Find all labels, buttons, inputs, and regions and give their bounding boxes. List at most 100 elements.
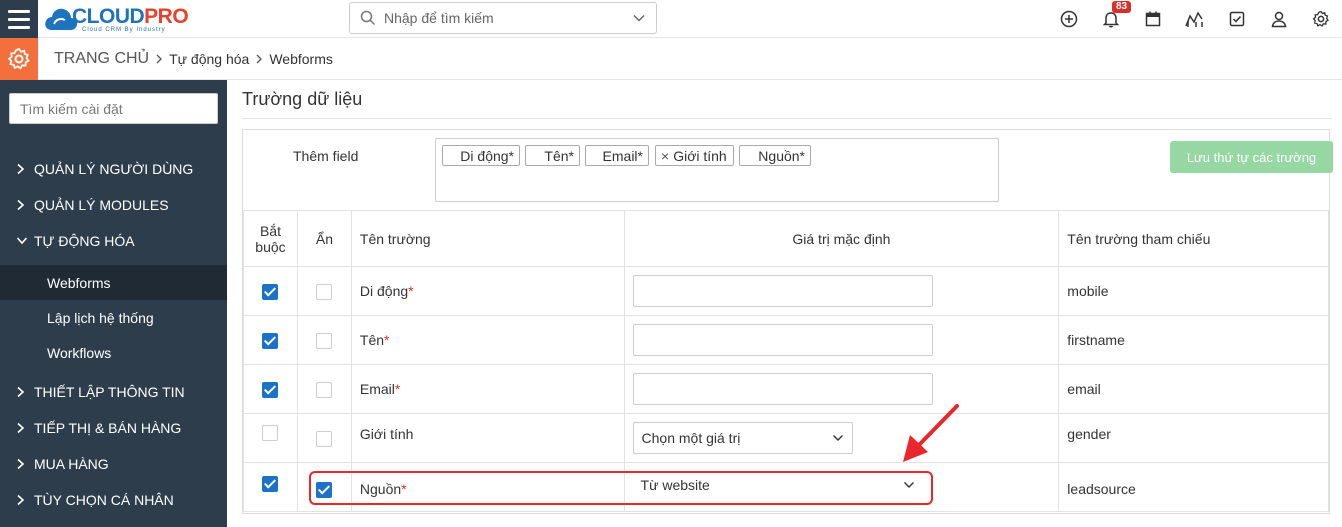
table-row: Tên* firstname bbox=[243, 315, 1329, 365]
fields-table: Bắt buộc Ẩn Tên trường Giá trị mặc định … bbox=[243, 210, 1329, 512]
field-name-cell: Email* bbox=[350, 364, 625, 414]
default-value-input[interactable] bbox=[632, 275, 933, 307]
section-divider bbox=[242, 118, 1332, 119]
sidebar-subitem-scheduler[interactable]: Lập lịch hệ thống bbox=[0, 300, 227, 335]
header-reference-name: Tên trường tham chiếu bbox=[1058, 210, 1329, 267]
add-field-tag-input[interactable]: Di động* Tên* Email* × Giới tính Nguồn* bbox=[435, 138, 999, 202]
global-search-input[interactable] bbox=[384, 10, 632, 26]
chevron-down-icon[interactable] bbox=[632, 11, 646, 25]
chevron-right-icon bbox=[16, 494, 34, 506]
header-required: Bắt buộc bbox=[243, 210, 298, 267]
reference-name-cell: mobile bbox=[1058, 266, 1329, 316]
top-icon-bar: 83 bbox=[1048, 0, 1342, 38]
required-cell bbox=[243, 413, 298, 463]
table-row: Di động* mobile bbox=[243, 266, 1329, 316]
field-tag[interactable]: Di động* bbox=[442, 145, 520, 166]
hidden-cell bbox=[296, 413, 352, 463]
header-field-name: Tên trường bbox=[350, 210, 625, 267]
breadcrumb-bar: TRANG CHỦ Tự động hóa Webforms bbox=[0, 38, 1342, 80]
settings-sidebar: QUẢN LÝ NGƯỜI DÙNG QUẢN LÝ MODULES TỰ ĐỘ… bbox=[0, 80, 227, 527]
annotation-arrow-icon bbox=[903, 404, 959, 462]
sidebar-item-label: TÙY CHỌN CÁ NHÂN bbox=[34, 492, 174, 508]
field-tag[interactable]: Nguồn* bbox=[739, 145, 811, 166]
default-value-select[interactable]: Từ website bbox=[632, 472, 923, 498]
global-search-box[interactable] bbox=[349, 2, 657, 34]
sidebar-item-label: MUA HÀNG bbox=[34, 456, 109, 472]
sidebar-item-personal-options[interactable]: TÙY CHỌN CÁ NHÂN bbox=[0, 482, 227, 518]
hidden-cell bbox=[296, 266, 352, 316]
default-value-input[interactable] bbox=[632, 324, 933, 356]
breadcrumb-separator-icon bbox=[255, 51, 263, 67]
required-checkbox[interactable] bbox=[262, 381, 279, 398]
remove-tag-icon[interactable]: × bbox=[661, 148, 669, 164]
sidebar-item-purchasing[interactable]: MUA HÀNG bbox=[0, 446, 227, 482]
breadcrumb-webforms: Webforms bbox=[269, 51, 333, 67]
field-name-cell: Tên* bbox=[350, 315, 625, 365]
chevron-right-icon bbox=[16, 163, 34, 175]
reference-name-cell: email bbox=[1058, 364, 1329, 414]
default-value-cell bbox=[623, 266, 1060, 316]
default-value-input[interactable] bbox=[632, 373, 933, 405]
reference-name-cell: firstname bbox=[1058, 315, 1329, 365]
task-checkbox-icon[interactable] bbox=[1216, 0, 1258, 38]
table-row: Nguồn* Từ website leadsource bbox=[243, 462, 1329, 512]
default-value-cell: Từ website bbox=[623, 462, 1060, 512]
required-checkbox[interactable] bbox=[262, 425, 279, 442]
search-icon bbox=[360, 10, 376, 26]
field-tag[interactable]: Email* bbox=[585, 145, 649, 166]
table-header-row: Bắt buộc Ẩn Tên trường Giá trị mặc định … bbox=[243, 210, 1329, 267]
chevron-right-icon bbox=[16, 199, 34, 211]
settings-search-input[interactable] bbox=[9, 93, 218, 124]
sidebar-subitem-label: Lập lịch hệ thống bbox=[47, 309, 154, 326]
hidden-checkbox[interactable] bbox=[316, 381, 333, 398]
breadcrumb-automation[interactable]: Tự động hóa bbox=[169, 51, 249, 67]
sidebar-subitem-workflows[interactable]: Workflows bbox=[0, 335, 227, 370]
save-field-order-button[interactable]: Lưu thứ tự các trường bbox=[1170, 141, 1333, 173]
field-name-cell: Di động* bbox=[350, 266, 625, 316]
table-row: Email* email bbox=[243, 364, 1329, 414]
notification-count-badge: 83 bbox=[1112, 1, 1132, 13]
sidebar-item-label: THIẾT LẬP THÔNG TIN bbox=[34, 384, 185, 400]
sidebar-item-label: TIẾP THỊ & BÁN HÀNG bbox=[34, 420, 182, 436]
sidebar-subitem-webforms[interactable]: Webforms bbox=[0, 265, 227, 300]
breadcrumb-home[interactable]: TRANG CHỦ bbox=[54, 50, 149, 68]
hamburger-menu-icon[interactable] bbox=[0, 0, 38, 38]
section-title: Trường dữ liệu bbox=[242, 89, 363, 109]
bell-icon[interactable]: 83 bbox=[1090, 0, 1132, 38]
default-value-cell bbox=[623, 364, 1060, 414]
cloudpro-logo[interactable]: CLOUDPRO Cloud CRM By Industry bbox=[44, 3, 189, 35]
calendar-icon[interactable] bbox=[1132, 0, 1174, 38]
settings-section-icon[interactable] bbox=[0, 38, 38, 80]
user-profile-icon[interactable] bbox=[1258, 0, 1300, 38]
default-value-select[interactable]: Chọn một giá trị bbox=[632, 422, 853, 454]
add-icon[interactable] bbox=[1048, 0, 1090, 38]
hidden-checkbox[interactable] bbox=[316, 332, 333, 349]
hidden-checkbox[interactable] bbox=[316, 481, 333, 498]
field-name-cell: Giới tính bbox=[350, 413, 625, 463]
default-value-cell: Chọn một giá trị bbox=[623, 413, 1060, 463]
sidebar-item-user-management[interactable]: QUẢN LÝ NGƯỜI DÙNG bbox=[0, 151, 227, 187]
chevron-down-icon bbox=[16, 236, 34, 246]
field-tag[interactable]: × Giới tính bbox=[655, 145, 734, 166]
reports-chart-icon[interactable] bbox=[1174, 0, 1216, 38]
chevron-right-icon bbox=[16, 386, 34, 398]
required-cell bbox=[243, 462, 298, 512]
settings-gear-icon[interactable] bbox=[1300, 0, 1342, 38]
sidebar-item-info-setup[interactable]: THIẾT LẬP THÔNG TIN bbox=[0, 374, 227, 410]
sidebar-item-automation[interactable]: TỰ ĐỘNG HÓA bbox=[0, 223, 227, 259]
required-cell bbox=[243, 315, 298, 365]
sidebar-item-modules[interactable]: QUẢN LÝ MODULES bbox=[0, 187, 227, 223]
header-default-value: Giá trị mặc định bbox=[623, 210, 1060, 267]
hidden-checkbox[interactable] bbox=[316, 430, 333, 447]
sidebar-item-label: TỰ ĐỘNG HÓA bbox=[34, 233, 135, 249]
required-checkbox[interactable] bbox=[262, 476, 279, 493]
field-tag[interactable]: Tên* bbox=[525, 145, 580, 166]
hidden-checkbox[interactable] bbox=[316, 283, 333, 300]
required-checkbox[interactable] bbox=[262, 332, 279, 349]
hidden-cell bbox=[296, 462, 352, 512]
required-checkbox[interactable] bbox=[262, 283, 279, 300]
sidebar-item-marketing-sales[interactable]: TIẾP THỊ & BÁN HÀNG bbox=[0, 410, 227, 446]
sidebar-subitem-label: Webforms bbox=[47, 274, 111, 291]
chevron-right-icon bbox=[16, 458, 34, 470]
top-bar: CLOUDPRO Cloud CRM By Industry 83 bbox=[0, 0, 1342, 38]
